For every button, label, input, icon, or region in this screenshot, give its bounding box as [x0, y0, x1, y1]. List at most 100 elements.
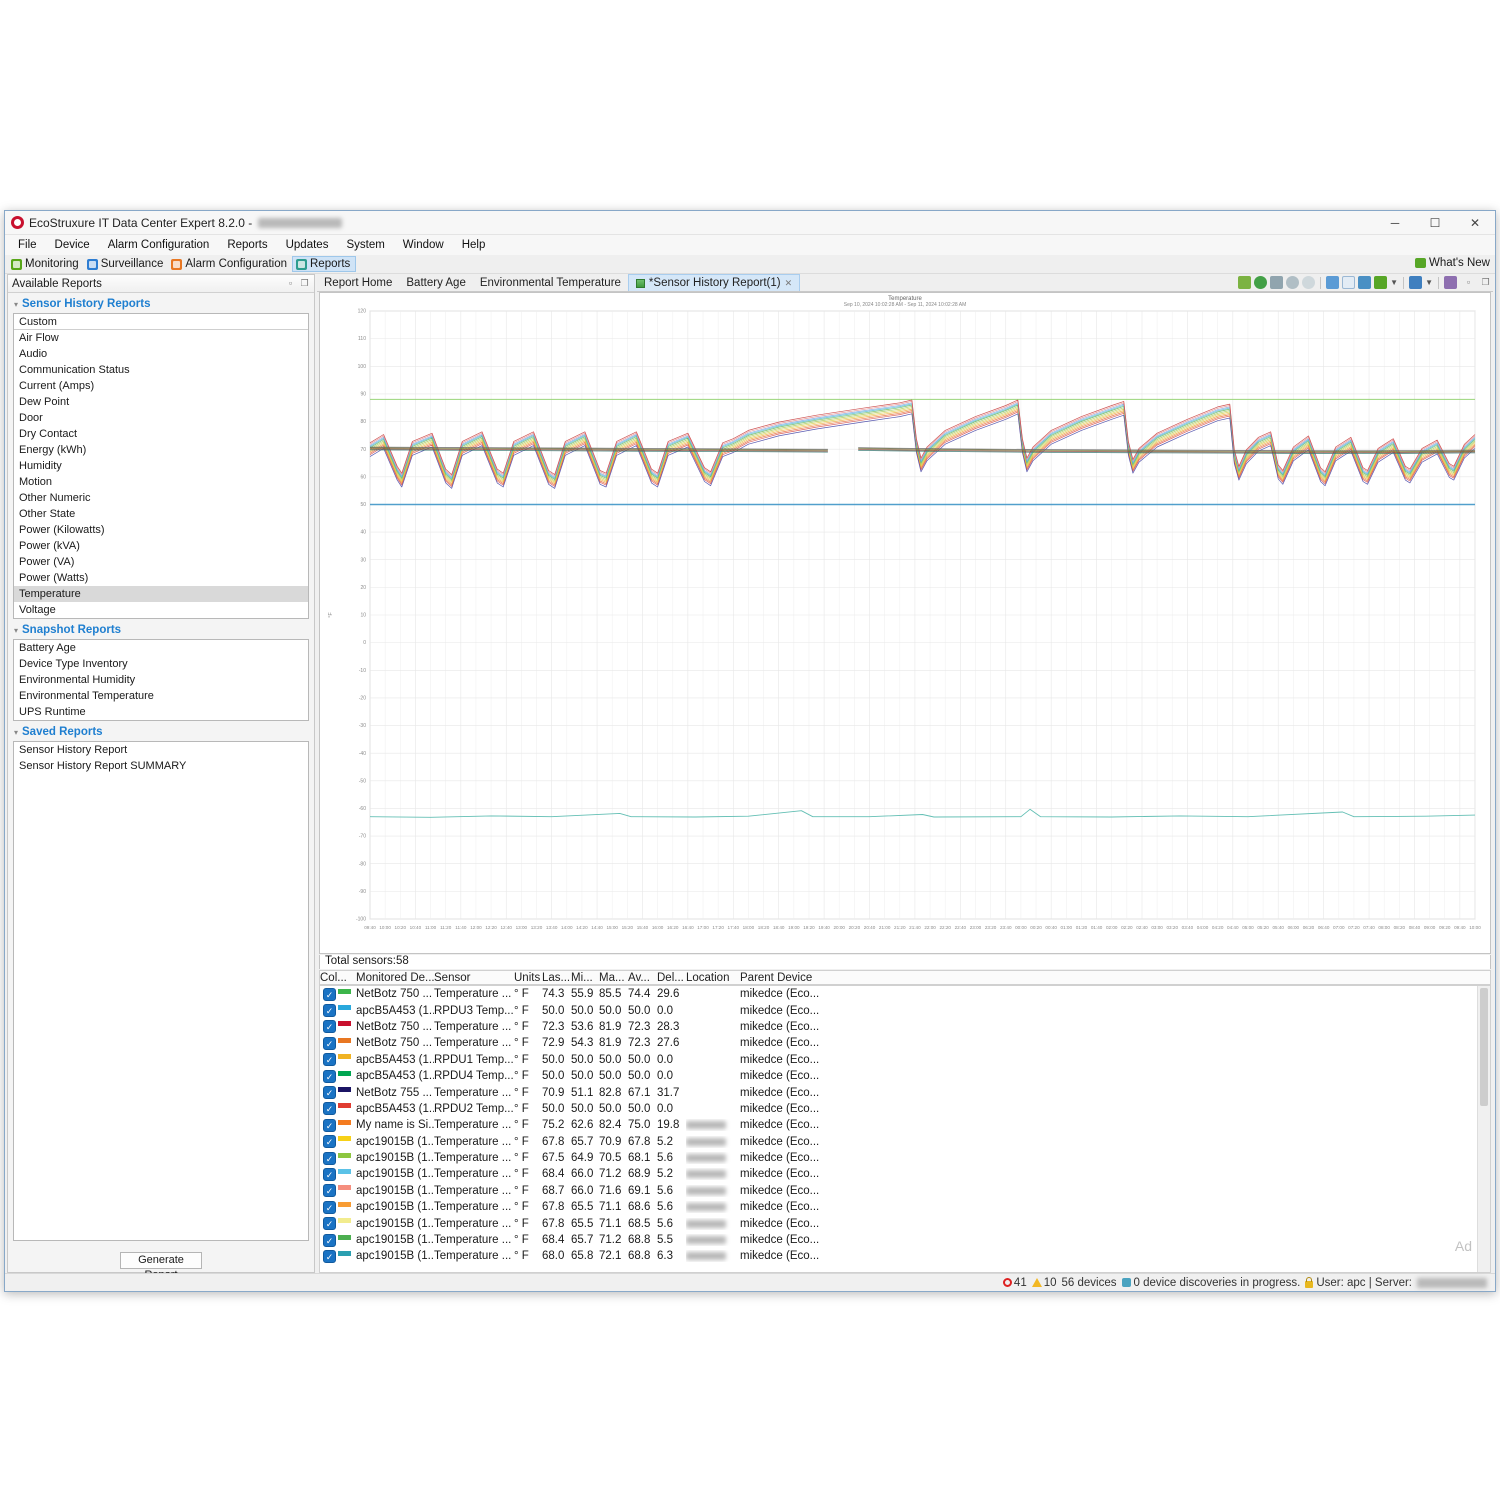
table-scrollbar[interactable]: [1477, 986, 1490, 1272]
menu-help[interactable]: Help: [453, 237, 495, 253]
row-checkbox[interactable]: ✓: [323, 1119, 336, 1132]
column-header-mi[interactable]: Mi...: [571, 972, 599, 984]
tab-report-home[interactable]: Report Home: [317, 275, 399, 291]
row-checkbox[interactable]: ✓: [323, 1152, 336, 1165]
row-checkbox[interactable]: ✓: [323, 1168, 336, 1181]
tab-close-icon[interactable]: ✕: [785, 278, 793, 289]
sidebar-item-audio[interactable]: Audio: [14, 346, 308, 362]
column-header-units[interactable]: Units: [514, 972, 542, 984]
table-row[interactable]: ✓apc19015B (1...Temperature ...° F68.065…: [320, 1248, 1490, 1264]
close-button[interactable]: ✕: [1455, 211, 1495, 235]
table-scrollbar-thumb[interactable]: [1480, 988, 1488, 1106]
sidebar-item-other-numeric[interactable]: Other Numeric: [14, 490, 308, 506]
sidebar-item-sensor-history-report[interactable]: Sensor History Report: [14, 742, 308, 758]
refresh-icon[interactable]: [1374, 276, 1387, 289]
table-row[interactable]: ✓apc19015B (1...Temperature ...° F67.865…: [320, 1199, 1490, 1215]
temperature-chart[interactable]: Temperature Sep 10, 2024 10:02:28 AM - S…: [319, 292, 1491, 954]
column-header-col[interactable]: Col...: [320, 972, 356, 984]
perspective-alarm-configuration[interactable]: Alarm Configuration: [168, 257, 292, 271]
sidebar-item-dry-contact[interactable]: Dry Contact: [14, 426, 308, 442]
row-checkbox[interactable]: ✓: [323, 1053, 336, 1066]
panel-minimize-icon[interactable]: ▫: [285, 278, 296, 289]
table-row[interactable]: ✓apcB5A453 (1...RPDU2 Temp...° F50.050.0…: [320, 1101, 1490, 1117]
table-row[interactable]: ✓apcB5A453 (1...RPDU1 Temp...° F50.050.0…: [320, 1052, 1490, 1068]
perspective-reports[interactable]: Reports: [292, 256, 356, 272]
perspective-monitoring[interactable]: Monitoring: [8, 257, 84, 271]
view-maximize-icon[interactable]: ❐: [1480, 277, 1491, 288]
sidebar-item-power-watts[interactable]: Power (Watts): [14, 570, 308, 586]
sidebar-item-other-state[interactable]: Other State: [14, 506, 308, 522]
menu-system[interactable]: System: [337, 237, 393, 253]
graph-view-icon[interactable]: [1326, 276, 1339, 289]
table-row[interactable]: ✓NetBotz 755 ...Temperature ...° F70.951…: [320, 1084, 1490, 1100]
chart-canvas[interactable]: 09:4010:0010:2010:4011:0011:2011:4012:00…: [320, 307, 1496, 951]
maximize-button[interactable]: ☐: [1415, 211, 1455, 235]
row-checkbox[interactable]: ✓: [323, 1102, 336, 1115]
sidebar-item-custom[interactable]: Custom: [14, 314, 308, 330]
sidebar-item-sensor-history-report-summary[interactable]: Sensor History Report SUMMARY: [14, 758, 308, 774]
row-checkbox[interactable]: ✓: [323, 1086, 336, 1099]
marker-toggle-icon[interactable]: [1254, 276, 1267, 289]
sidebar-item-humidity[interactable]: Humidity: [14, 458, 308, 474]
view-minimize-icon[interactable]: ▫: [1463, 277, 1474, 288]
table-row[interactable]: ✓apc19015B (1...Temperature ...° F67.564…: [320, 1150, 1490, 1166]
export-dropdown-caret[interactable]: ▼: [1390, 278, 1398, 287]
save-icon[interactable]: [1409, 276, 1422, 289]
table-view-icon[interactable]: [1342, 276, 1355, 289]
sidebar-item-communication-status[interactable]: Communication Status: [14, 362, 308, 378]
row-checkbox[interactable]: ✓: [323, 1201, 336, 1214]
sidebar-item-energy-kwh[interactable]: Energy (kWh): [14, 442, 308, 458]
table-row[interactable]: ✓apc19015B (1...Temperature ...° F67.865…: [320, 1215, 1490, 1231]
sidebar-item-current-amps[interactable]: Current (Amps): [14, 378, 308, 394]
edit-chart-icon[interactable]: [1238, 276, 1251, 289]
table-row[interactable]: ✓NetBotz 750 ...Temperature ...° F72.353…: [320, 1019, 1490, 1035]
column-header-del[interactable]: Del...: [657, 972, 686, 984]
table-row[interactable]: ✓NetBotz 750 ...Temperature ...° F74.355…: [320, 986, 1490, 1002]
section-title-snapshot-reports[interactable]: ▾Snapshot Reports: [8, 619, 314, 639]
sidebar-item-air-flow[interactable]: Air Flow: [14, 330, 308, 346]
sensor-table-header[interactable]: Col...Monitored De...SensorUnitsLas...Mi…: [319, 970, 1491, 985]
row-checkbox[interactable]: ✓: [323, 1250, 336, 1263]
section-title-saved-reports[interactable]: ▾Saved Reports: [8, 721, 314, 741]
sidebar-item-ups-runtime[interactable]: UPS Runtime: [14, 704, 308, 720]
menu-file[interactable]: File: [9, 237, 46, 253]
sidebar-item-door[interactable]: Door: [14, 410, 308, 426]
sidebar-item-voltage[interactable]: Voltage: [14, 602, 308, 618]
table-row[interactable]: ✓My name is Si...Temperature ...° F75.26…: [320, 1117, 1490, 1133]
sidebar-item-power-kilowatts[interactable]: Power (Kilowatts): [14, 522, 308, 538]
sidebar-item-device-type-inventory[interactable]: Device Type Inventory: [14, 656, 308, 672]
menu-alarm-configuration[interactable]: Alarm Configuration: [99, 237, 219, 253]
generate-report-button[interactable]: Generate Report: [120, 1252, 202, 1269]
menu-device[interactable]: Device: [46, 237, 99, 253]
table-row[interactable]: ✓apc19015B (1...Temperature ...° F67.865…: [320, 1134, 1490, 1150]
row-checkbox[interactable]: ✓: [323, 1234, 336, 1247]
sidebar-item-dew-point[interactable]: Dew Point: [14, 394, 308, 410]
table-row[interactable]: ✓apc19015B (1...Temperature ...° F68.465…: [320, 1232, 1490, 1248]
sidebar-item-environmental-humidity[interactable]: Environmental Humidity: [14, 672, 308, 688]
sidebar-item-temperature[interactable]: Temperature: [14, 586, 308, 602]
row-checkbox[interactable]: ✓: [323, 1037, 336, 1050]
tab-sensor-history-report-1[interactable]: *Sensor History Report(1)✕: [628, 274, 800, 291]
tab-environmental-temperature[interactable]: Environmental Temperature: [473, 275, 628, 291]
save-dropdown-caret[interactable]: ▼: [1425, 278, 1433, 287]
table-row[interactable]: ✓NetBotz 750 ...Temperature ...° F72.954…: [320, 1035, 1490, 1051]
column-header-av[interactable]: Av...: [628, 972, 657, 984]
row-checkbox[interactable]: ✓: [323, 1020, 336, 1033]
row-checkbox[interactable]: ✓: [323, 1135, 336, 1148]
tab-battery-age[interactable]: Battery Age: [399, 275, 472, 291]
column-header-monitored-de[interactable]: Monitored De...: [356, 972, 434, 984]
row-checkbox[interactable]: ✓: [323, 1004, 336, 1017]
table-row[interactable]: ✓apc19015B (1...Temperature ...° F68.766…: [320, 1183, 1490, 1199]
pan-icon[interactable]: [1270, 276, 1283, 289]
menu-reports[interactable]: Reports: [218, 237, 276, 253]
menu-updates[interactable]: Updates: [277, 237, 338, 253]
sidebar-item-power-kva[interactable]: Power (kVA): [14, 538, 308, 554]
sidebar-item-power-va[interactable]: Power (VA): [14, 554, 308, 570]
column-header-sensor[interactable]: Sensor: [434, 972, 514, 984]
column-header-ma[interactable]: Ma...: [599, 972, 628, 984]
zoom-out-icon[interactable]: [1302, 276, 1315, 289]
export-icon[interactable]: [1358, 276, 1371, 289]
row-checkbox[interactable]: ✓: [323, 1184, 336, 1197]
table-row[interactable]: ✓apcB5A453 (1...RPDU3 Temp...° F50.050.0…: [320, 1002, 1490, 1018]
panel-maximize-icon[interactable]: ❐: [299, 278, 310, 289]
